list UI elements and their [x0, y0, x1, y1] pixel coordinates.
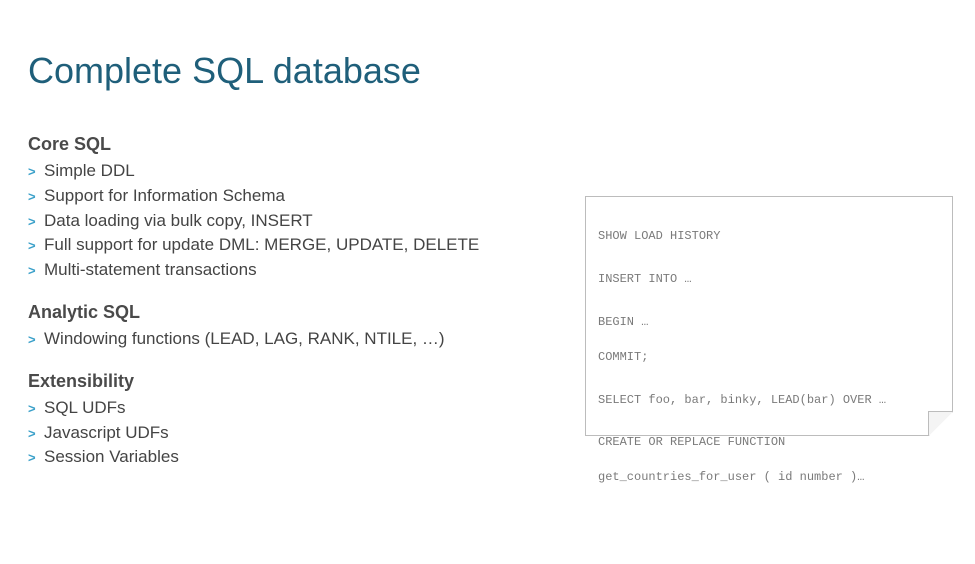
page-fold-icon — [929, 412, 953, 436]
left-column: Core SQL > Simple DDL > Support for Inform… — [28, 134, 568, 489]
slide-title: Complete SQL database — [28, 50, 947, 92]
chevron-right-icon: > — [28, 425, 36, 443]
slide: Complete SQL database Core SQL > Simple D… — [0, 0, 975, 564]
code-line: BEGIN … — [598, 314, 940, 331]
section-extensibility: Extensibility > SQL UDFs > Javascript UDFs… — [28, 371, 568, 469]
section-heading: Extensibility — [28, 371, 568, 392]
code-line: INSERT INTO … — [598, 271, 940, 288]
chevron-right-icon: > — [28, 188, 36, 206]
list-item-text: Full support for update DML: MERGE, UPDA… — [44, 235, 479, 254]
bullet-list: > Simple DDL > Support for Information Sch… — [28, 159, 568, 282]
list-item: > Windowing functions (LEAD, LAG, RANK, N… — [28, 327, 568, 351]
code-line: get_countries_for_user ( id number )… — [598, 469, 940, 486]
list-item: > Support for Information Schema — [28, 184, 568, 208]
list-item-text: Support for Information Schema — [44, 186, 285, 205]
list-item: > Simple DDL — [28, 159, 568, 183]
bullet-list: > SQL UDFs > Javascript UDFs > Session Vari… — [28, 396, 568, 469]
chevron-right-icon: > — [28, 237, 36, 255]
chevron-right-icon: > — [28, 331, 36, 349]
list-item-text: Data loading via bulk copy, INSERT — [44, 211, 313, 230]
code-line: COMMIT; — [598, 349, 940, 366]
section-heading: Core SQL — [28, 134, 568, 155]
chevron-right-icon: > — [28, 400, 36, 418]
list-item-text: Windowing functions (LEAD, LAG, RANK, NT… — [44, 329, 445, 348]
code-line: SELECT foo, bar, binky, LEAD(bar) OVER … — [598, 392, 940, 409]
list-item: > Javascript UDFs — [28, 421, 568, 445]
list-item-text: Multi-statement transactions — [44, 260, 257, 279]
list-item-text: Session Variables — [44, 447, 179, 466]
section-heading: Analytic SQL — [28, 302, 568, 323]
section-analytic-sql: Analytic SQL > Windowing functions (LEAD,… — [28, 302, 568, 351]
section-core-sql: Core SQL > Simple DDL > Support for Inform… — [28, 134, 568, 282]
list-item-text: Javascript UDFs — [44, 423, 169, 442]
chevron-right-icon: > — [28, 262, 36, 280]
code-line: SHOW LOAD HISTORY — [598, 228, 940, 245]
list-item: > Data loading via bulk copy, INSERT — [28, 209, 568, 233]
list-item: > Full support for update DML: MERGE, UPD… — [28, 233, 568, 257]
code-note: SHOW LOAD HISTORY INSERT INTO … BEGIN … … — [585, 196, 953, 436]
chevron-right-icon: > — [28, 449, 36, 467]
chevron-right-icon: > — [28, 163, 36, 181]
chevron-right-icon: > — [28, 213, 36, 231]
bullet-list: > Windowing functions (LEAD, LAG, RANK, N… — [28, 327, 568, 351]
list-item: > Session Variables — [28, 445, 568, 469]
list-item-text: SQL UDFs — [44, 398, 126, 417]
list-item: > SQL UDFs — [28, 396, 568, 420]
list-item: > Multi-statement transactions — [28, 258, 568, 282]
list-item-text: Simple DDL — [44, 161, 135, 180]
code-line: CREATE OR REPLACE FUNCTION — [598, 434, 940, 451]
